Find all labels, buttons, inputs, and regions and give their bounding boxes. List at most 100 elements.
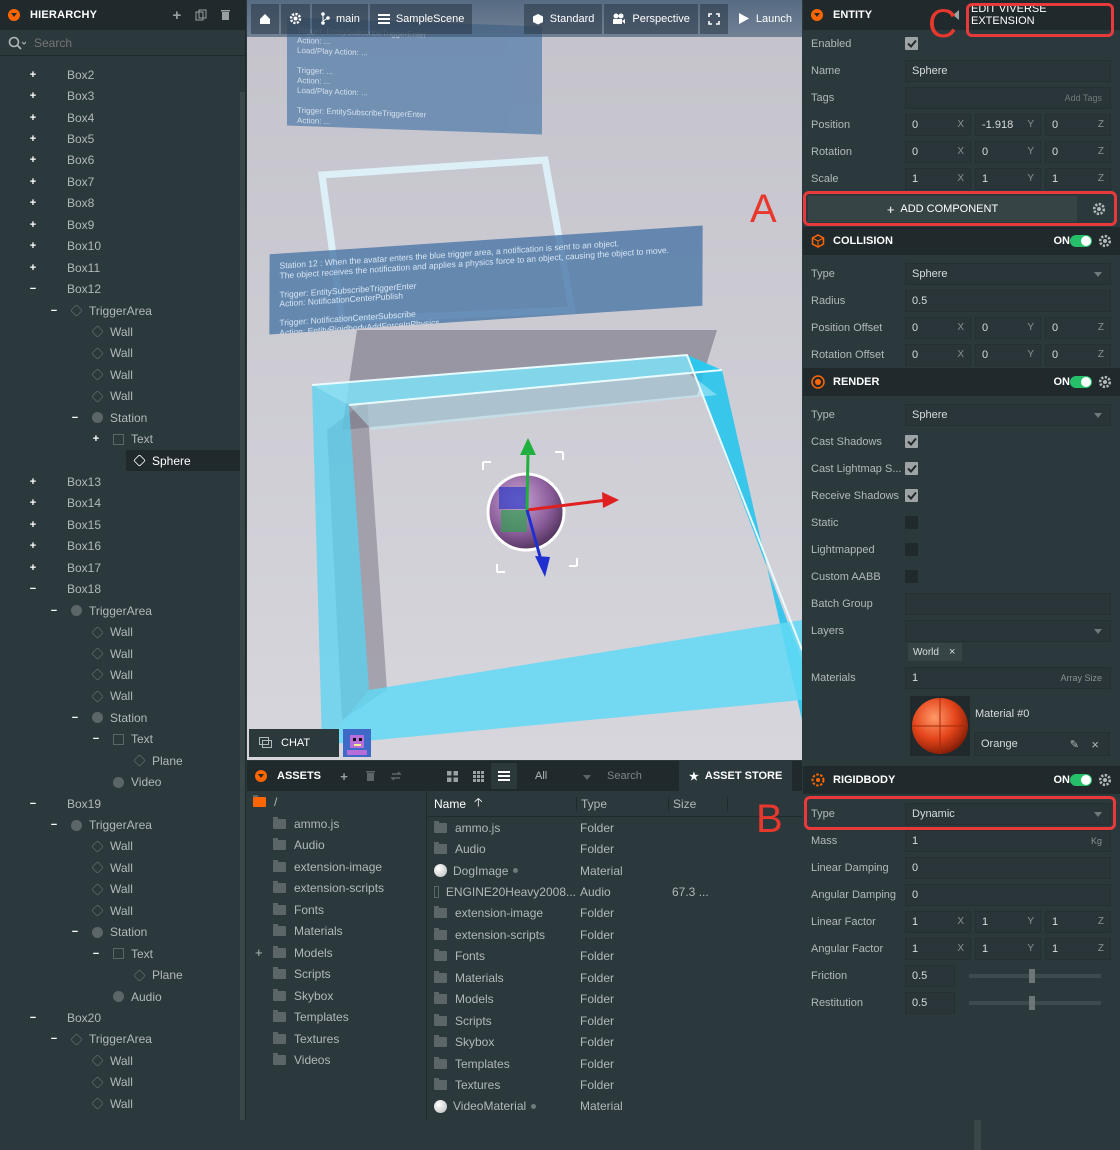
vector-y-field[interactable]: 0Y xyxy=(975,140,1041,163)
collapse-icon[interactable]: − xyxy=(70,926,80,938)
hierarchy-item[interactable]: − Text xyxy=(0,729,240,750)
asset-row[interactable]: extension-image Folder xyxy=(428,903,802,924)
asset-search-input[interactable]: Search xyxy=(607,770,677,782)
render-header[interactable]: RENDER ON xyxy=(803,368,1120,396)
asset-row[interactable]: Scripts Folder xyxy=(428,1010,802,1031)
rigidbody-header[interactable]: RIGIDBODY ON xyxy=(803,766,1120,794)
close-icon[interactable]: × xyxy=(1091,737,1099,752)
vector-x-field[interactable]: 0X xyxy=(905,140,971,163)
vector-z-field[interactable]: 1Z xyxy=(1045,937,1111,960)
expand-icon[interactable]: + xyxy=(28,154,38,166)
hierarchy-item[interactable]: Wall xyxy=(0,686,240,707)
hierarchy-item[interactable]: Wall xyxy=(0,900,240,921)
hierarchy-item[interactable]: + Box4 xyxy=(0,107,240,128)
hierarchy-item[interactable]: − TriggerArea xyxy=(0,600,240,621)
asset-row[interactable]: DogImage Material xyxy=(428,860,802,881)
asset-row[interactable]: Templates Folder xyxy=(428,1053,802,1074)
folder-item[interactable]: Textures xyxy=(247,1028,426,1050)
receive-shadows-checkbox[interactable] xyxy=(905,489,918,502)
vector-y-field[interactable]: -1.918 Y xyxy=(975,113,1041,136)
enabled-checkbox[interactable] xyxy=(905,37,918,50)
column-type[interactable]: Type xyxy=(576,796,668,811)
refresh-button[interactable] xyxy=(383,763,409,789)
hierarchy-item[interactable]: − Station xyxy=(0,407,240,428)
hierarchy-item[interactable]: + Text xyxy=(0,428,240,449)
hierarchy-item[interactable]: Wall xyxy=(0,643,240,664)
expand-icon[interactable]: + xyxy=(28,197,38,209)
hierarchy-item[interactable]: Wall xyxy=(0,857,240,878)
hierarchy-item[interactable]: Wall xyxy=(0,621,240,642)
material-thumbnail[interactable] xyxy=(910,696,970,756)
vector-x-field[interactable]: 0X xyxy=(905,113,971,136)
collapse-icon[interactable]: − xyxy=(49,605,59,617)
folder-item[interactable]: extension-scripts xyxy=(247,878,426,900)
hierarchy-item[interactable]: Wall xyxy=(0,879,240,900)
expand-icon[interactable]: + xyxy=(28,219,38,231)
root-folder[interactable]: / xyxy=(247,791,426,813)
cast-shadows-checkbox[interactable] xyxy=(905,435,918,448)
branch-button[interactable]: main xyxy=(312,3,368,34)
folder-item[interactable]: Materials xyxy=(247,921,426,943)
expand-icon[interactable]: + xyxy=(28,176,38,188)
expand-icon[interactable]: + xyxy=(28,90,38,102)
hierarchy-item[interactable]: + Box11 xyxy=(0,257,240,278)
collapse-icon[interactable]: − xyxy=(70,412,80,424)
asset-row[interactable]: Skybox Folder xyxy=(428,1031,802,1052)
restitution-field[interactable]: 0.5 xyxy=(905,991,955,1014)
radius-field[interactable]: 0.5 xyxy=(905,289,1111,312)
add-asset-button[interactable]: + xyxy=(331,763,357,789)
layers-select[interactable] xyxy=(905,619,1111,642)
expand-icon[interactable]: + xyxy=(28,562,38,574)
view-small-grid-button[interactable] xyxy=(465,763,491,789)
vector-x-field[interactable]: 1X xyxy=(905,937,971,960)
hierarchy-item[interactable]: − Box20 xyxy=(0,1007,240,1028)
scene-viewport[interactable]: Trigger: EntitySubscribeTriggerEnter Act… xyxy=(247,0,802,760)
hierarchy-item[interactable]: − Station xyxy=(0,922,240,943)
asset-row[interactable]: Fonts Folder xyxy=(428,946,802,967)
hierarchy-item[interactable]: + Box13 xyxy=(0,471,240,492)
folder-item[interactable]: Videos xyxy=(247,1050,426,1072)
collapse-icon[interactable]: − xyxy=(49,819,59,831)
layer-tag-world[interactable]: World × xyxy=(908,643,962,661)
asset-row[interactable]: extension-scripts Folder xyxy=(428,924,802,945)
collapse-icon[interactable]: − xyxy=(91,948,101,960)
rigidbody-toggle[interactable] xyxy=(1070,774,1092,786)
hierarchy-scrollbar[interactable] xyxy=(240,92,245,1120)
avatar[interactable] xyxy=(343,729,371,757)
hierarchy-item[interactable]: − Text xyxy=(0,943,240,964)
vector-y-field[interactable]: 1Y xyxy=(975,937,1041,960)
expand-icon[interactable]: + xyxy=(28,133,38,145)
collapse-icon[interactable]: − xyxy=(49,1033,59,1045)
expand-icon[interactable]: + xyxy=(28,240,38,252)
render-gear-icon[interactable] xyxy=(1098,375,1112,389)
vector-z-field[interactable]: 0Z xyxy=(1045,343,1111,366)
hierarchy-item[interactable]: Wall xyxy=(0,364,240,385)
angular-damping-field[interactable]: 0 xyxy=(905,883,1111,906)
expand-icon[interactable]: + xyxy=(28,476,38,488)
expand-icon[interactable]: + xyxy=(28,262,38,274)
folder-item[interactable]: Fonts xyxy=(247,899,426,921)
collapse-icon[interactable]: − xyxy=(28,283,38,295)
expand-icon[interactable]: + xyxy=(28,112,38,124)
tags-field[interactable]: Add Tags xyxy=(905,86,1111,109)
hierarchy-item[interactable]: Plane xyxy=(0,750,240,771)
close-icon[interactable]: × xyxy=(949,646,955,658)
fullscreen-button[interactable] xyxy=(699,3,728,34)
expand-icon[interactable]: + xyxy=(91,433,101,445)
asset-row[interactable]: Models Folder xyxy=(428,989,802,1010)
hierarchy-item[interactable]: + Box8 xyxy=(0,193,240,214)
delete-entity-button[interactable] xyxy=(213,3,237,27)
column-name[interactable]: Name 🡡 xyxy=(428,793,576,814)
hierarchy-item[interactable]: − Station xyxy=(0,707,240,728)
friction-field[interactable]: 0.5 xyxy=(905,964,955,987)
render-toggle[interactable] xyxy=(1070,376,1092,388)
collapse-icon[interactable]: − xyxy=(28,1012,38,1024)
expand-icon[interactable]: + xyxy=(28,540,38,552)
hierarchy-item[interactable]: Video xyxy=(0,771,240,792)
hierarchy-item[interactable]: Wall xyxy=(0,664,240,685)
vector-y-field[interactable]: 0Y xyxy=(975,316,1041,339)
lightmapped-checkbox[interactable] xyxy=(905,543,918,556)
hierarchy-item[interactable]: + Box10 xyxy=(0,236,240,257)
batch-group-select[interactable] xyxy=(905,592,1111,615)
asset-filter-select[interactable]: All xyxy=(535,770,592,782)
